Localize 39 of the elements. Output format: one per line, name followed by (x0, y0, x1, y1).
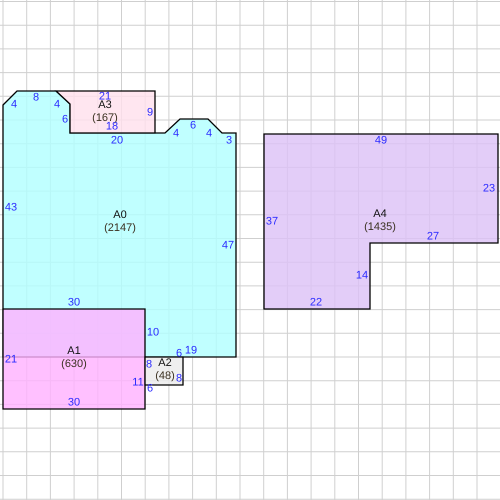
edge-length: 10 (146, 328, 160, 338)
edge-length: 6 (146, 384, 154, 394)
area-size: (2147) (104, 222, 136, 235)
area-size: (630) (61, 358, 87, 371)
edge-length: 14 (356, 270, 368, 282)
edge-length: 49 (374, 136, 388, 146)
area-name: A1 (67, 345, 81, 358)
area-name: A0 (113, 209, 127, 222)
edge-length: 8 (176, 374, 182, 384)
edge-length: 6 (62, 114, 68, 126)
edge-length: 23 (482, 184, 496, 194)
area-size: (1435) (364, 221, 396, 234)
edge-length: 4 (172, 128, 180, 140)
edge-length: 22 (310, 298, 322, 308)
edge-length: 6 (190, 120, 196, 132)
edge-length: 3 (226, 136, 232, 146)
area-size: (48) (155, 370, 175, 383)
edge-length: 4 (54, 100, 60, 110)
edge-length: 20 (110, 136, 124, 146)
edge-length: 27 (426, 232, 440, 242)
edge-length: 43 (4, 202, 18, 214)
edge-length: 9 (146, 108, 154, 118)
area-name: A3 (98, 99, 112, 112)
edge-length: 37 (266, 216, 278, 228)
edge-length: 11 (132, 378, 144, 388)
edge-length: 8 (32, 92, 40, 104)
area-name: A2 (158, 357, 172, 370)
area-size: (167) (92, 112, 118, 124)
edge-length: 18 (106, 122, 118, 132)
edge-length: 4 (10, 100, 18, 110)
edge-length: 21 (4, 354, 18, 366)
edge-length: 19 (184, 346, 198, 356)
edge-length: 4 (206, 128, 212, 140)
edge-length: 47 (222, 240, 234, 252)
area-name: A4 (373, 208, 387, 221)
edge-length: 30 (68, 298, 80, 308)
edge-length: 30 (68, 398, 80, 408)
edge-length: 6 (176, 348, 182, 360)
edge-length: 8 (146, 360, 152, 370)
